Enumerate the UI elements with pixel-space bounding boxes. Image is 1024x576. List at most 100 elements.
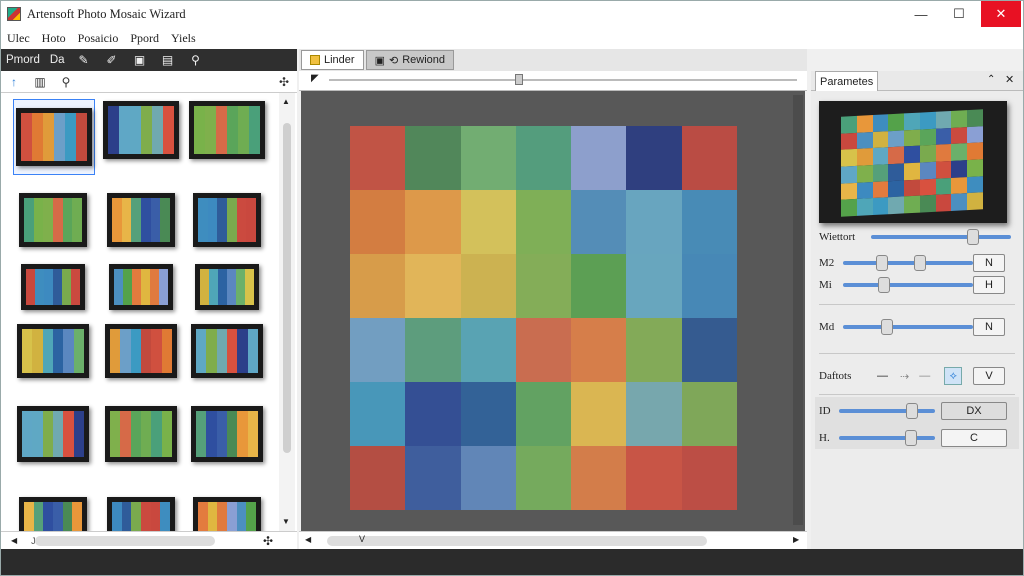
separator [819, 353, 1015, 354]
thumbnail-item[interactable] [101, 320, 181, 382]
dx-button[interactable]: DX [941, 402, 1007, 420]
thumbnail-item[interactable] [187, 99, 267, 161]
search-icon[interactable]: ⚲ [186, 50, 206, 70]
daftots-dropdown-button[interactable]: V [973, 367, 1005, 385]
h-slider[interactable] [839, 430, 935, 446]
preview-tile [935, 144, 952, 162]
mosaic-tile [571, 254, 627, 318]
mi-slider[interactable] [843, 277, 973, 293]
thumbnail-item[interactable] [101, 256, 181, 318]
app-logo-icon [7, 7, 21, 21]
md-button[interactable]: N [973, 318, 1005, 336]
thumbnail-item[interactable] [101, 489, 181, 531]
thumbnail-item[interactable] [13, 256, 93, 318]
scroll-thumb[interactable] [283, 123, 291, 453]
left-toolbar-label-a[interactable]: Pmord [1, 54, 45, 66]
wiettort-slider-knob[interactable] [967, 229, 979, 245]
tab-linder[interactable]: Linder [301, 50, 364, 70]
mi-button[interactable]: H [973, 276, 1005, 294]
arrow-right-icon[interactable]: ⇢ [900, 370, 909, 383]
scroll-left-icon[interactable]: ◀ [305, 535, 311, 544]
left-vertical-scrollbar[interactable]: ▲ ▼ [279, 93, 295, 531]
m2-slider[interactable] [843, 255, 973, 271]
dash-icon[interactable]: — [877, 370, 888, 382]
preview-tile [856, 148, 873, 166]
thumbnail-item[interactable] [187, 403, 267, 465]
mosaic-tile [350, 126, 406, 190]
mi-label: Mi [819, 279, 832, 291]
left-toolbar-label-b[interactable]: Da [45, 54, 70, 66]
m2-button[interactable]: N [973, 254, 1005, 272]
mosaic-image[interactable] [350, 126, 737, 510]
panel-close-icon[interactable]: ✕ [1005, 73, 1014, 86]
scroll-up-icon[interactable]: ▲ [282, 97, 290, 106]
c-button[interactable]: C [941, 429, 1007, 447]
md-slider[interactable] [843, 319, 973, 335]
brush-icon[interactable]: ✐ [102, 50, 122, 70]
dash-icon[interactable]: — [919, 370, 930, 382]
mosaic-tile [681, 254, 737, 318]
thumbnail-item[interactable] [101, 189, 181, 251]
thumbnail-item[interactable] [13, 189, 93, 251]
wiettort-slider[interactable] [871, 229, 1011, 245]
center-horizontal-scrollbar[interactable] [327, 536, 707, 546]
mosaic-canvas[interactable] [301, 91, 805, 531]
tab-rewiond[interactable]: ▣ ⟲ Rewiond [365, 50, 455, 70]
left-subtoolbar: ↑ ▥ ⚲ ✣ [1, 71, 297, 93]
left-horizontal-scrollbar[interactable] [35, 536, 215, 546]
preview-tile [951, 193, 968, 211]
id-slider[interactable] [839, 403, 935, 419]
thumbnail-item[interactable] [187, 489, 267, 531]
scroll-right-icon[interactable]: ▶ [793, 535, 799, 544]
menu-item-hoto[interactable]: Hoto [36, 31, 72, 46]
tab-parametes[interactable]: Parametes [815, 71, 879, 91]
md-slider-knob[interactable] [881, 319, 893, 335]
canvas-scroll-track[interactable] [793, 95, 803, 525]
search-icon[interactable]: ⚲ [57, 72, 75, 92]
center-bottom-field[interactable]: V [359, 534, 365, 544]
thumbnail-item[interactable] [101, 99, 181, 161]
thumbnail-item[interactable] [13, 489, 93, 531]
document-icon[interactable]: ▤ [158, 50, 178, 70]
collapse-icon[interactable]: ⌃ [987, 74, 995, 85]
scroll-down-icon[interactable]: ▼ [282, 517, 290, 526]
thumbnail-item[interactable] [13, 320, 93, 382]
arrow-up-icon[interactable]: ↑ [5, 72, 23, 92]
preview-tile [841, 149, 857, 167]
preview-tile [888, 196, 905, 215]
m2-slider-knob-a[interactable] [876, 255, 888, 271]
thumbnail-item[interactable] [187, 320, 267, 382]
menu-item-yiels[interactable]: Yiels [165, 31, 202, 46]
mosaic-tile [681, 190, 737, 254]
thumbnail-item[interactable] [13, 403, 93, 465]
tool-toggle-icon[interactable]: ⟡ [944, 367, 963, 385]
m2-slider-knob-b[interactable] [914, 255, 926, 271]
center-tabs: Linder ▣ ⟲ Rewiond [299, 49, 807, 71]
menu-item-posaicio[interactable]: Posaicio [72, 31, 125, 46]
id-slider-knob[interactable] [906, 403, 918, 419]
menu-item-ppord[interactable]: Ppord [124, 31, 165, 46]
thumbnail-item[interactable] [13, 99, 95, 175]
maximize-button[interactable]: ☐ [939, 1, 979, 27]
preview-tile [967, 175, 983, 194]
clipboard-icon[interactable]: ▥ [31, 72, 49, 92]
pencil-icon[interactable]: ✎ [74, 50, 94, 70]
minimize-button[interactable]: — [901, 1, 941, 27]
ruler-slider-knob[interactable] [515, 74, 523, 85]
thumbnail-item[interactable] [187, 189, 267, 251]
right-panel-header: Parametes ⌃ ✕ [811, 71, 1023, 91]
thumbnail-item[interactable] [187, 256, 267, 318]
resize-icon[interactable]: ✣ [263, 534, 273, 548]
scroll-left-icon[interactable]: ◀ [11, 536, 17, 545]
ruler-arrow-icon[interactable]: ◤ [311, 73, 319, 84]
thumbnail-item[interactable] [101, 403, 181, 465]
row-wiettort: Wiettort [819, 226, 1015, 248]
preview-tile [951, 143, 968, 161]
preview-tile [856, 131, 873, 150]
mi-slider-knob[interactable] [878, 277, 890, 293]
h-slider-knob[interactable] [905, 430, 917, 446]
close-button[interactable]: ✕ [981, 1, 1021, 27]
stamp-icon[interactable]: ▣ [130, 50, 150, 70]
pin-icon[interactable]: ✣ [275, 72, 293, 92]
menu-item-ulec[interactable]: Ulec [1, 31, 36, 46]
